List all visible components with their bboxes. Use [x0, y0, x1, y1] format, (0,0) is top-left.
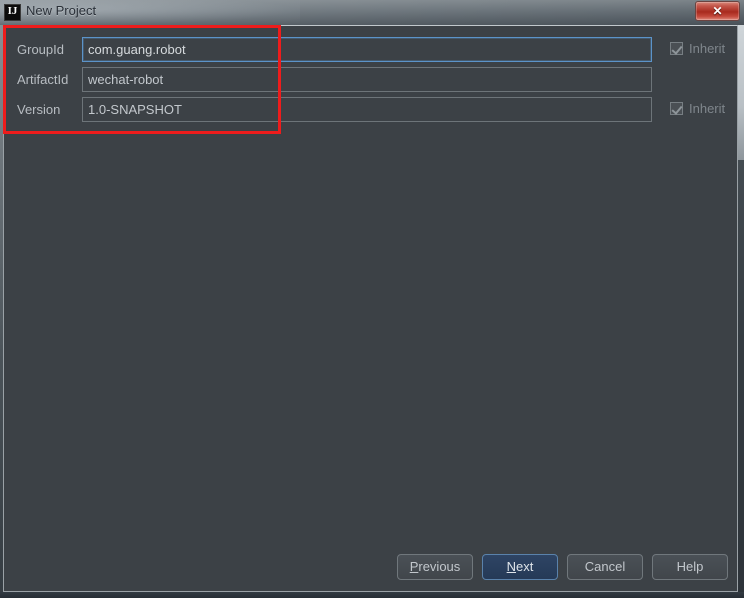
groupid-inherit-group[interactable]: Inherit	[670, 41, 725, 56]
form-row-version: Version Inherit	[4, 96, 737, 126]
version-inherit-label: Inherit	[689, 101, 726, 116]
next-button-suffix: ext	[516, 559, 534, 574]
dialog-button-bar: Previous Next Cancel Help	[4, 554, 737, 591]
version-input[interactable]	[82, 97, 652, 122]
intellij-idea-logo-icon: IJ	[4, 4, 21, 21]
next-button[interactable]: Next	[482, 554, 558, 580]
cancel-button-label: Cancel	[584, 559, 626, 574]
previous-button-suffix: revious	[418, 559, 461, 574]
window-frame-right-edge	[738, 25, 744, 160]
groupid-label: GroupId	[17, 42, 64, 57]
groupid-input[interactable]	[82, 37, 652, 62]
artifactid-input[interactable]	[82, 67, 652, 92]
artifactid-label: ArtifactId	[17, 72, 69, 87]
help-button[interactable]: Help	[652, 554, 728, 580]
new-project-dialog: GroupId Inherit ArtifactId Version Inher…	[3, 25, 738, 592]
window-frame-bottom-edge	[0, 592, 744, 598]
cancel-button[interactable]: Cancel	[567, 554, 643, 580]
close-window-button[interactable]: ✕	[695, 1, 740, 21]
help-button-label: Help	[676, 559, 704, 574]
previous-button[interactable]: Previous	[397, 554, 473, 580]
version-label: Version	[17, 102, 61, 117]
form-row-groupid: GroupId Inherit	[4, 36, 737, 66]
version-inherit-group[interactable]: Inherit	[670, 101, 725, 116]
form-row-artifactid: ArtifactId	[4, 66, 737, 96]
next-button-mnemonic: N	[506, 559, 517, 574]
groupid-inherit-checkbox[interactable]	[670, 42, 683, 55]
version-inherit-checkbox[interactable]	[670, 102, 683, 115]
groupid-inherit-label: Inherit	[689, 41, 726, 56]
desktop-backdrop: IJ New Project ✕ GroupId Inherit Artifac…	[0, 0, 744, 598]
window-title: New Project	[26, 3, 97, 18]
window-title-bar[interactable]: IJ New Project ✕	[0, 0, 744, 25]
